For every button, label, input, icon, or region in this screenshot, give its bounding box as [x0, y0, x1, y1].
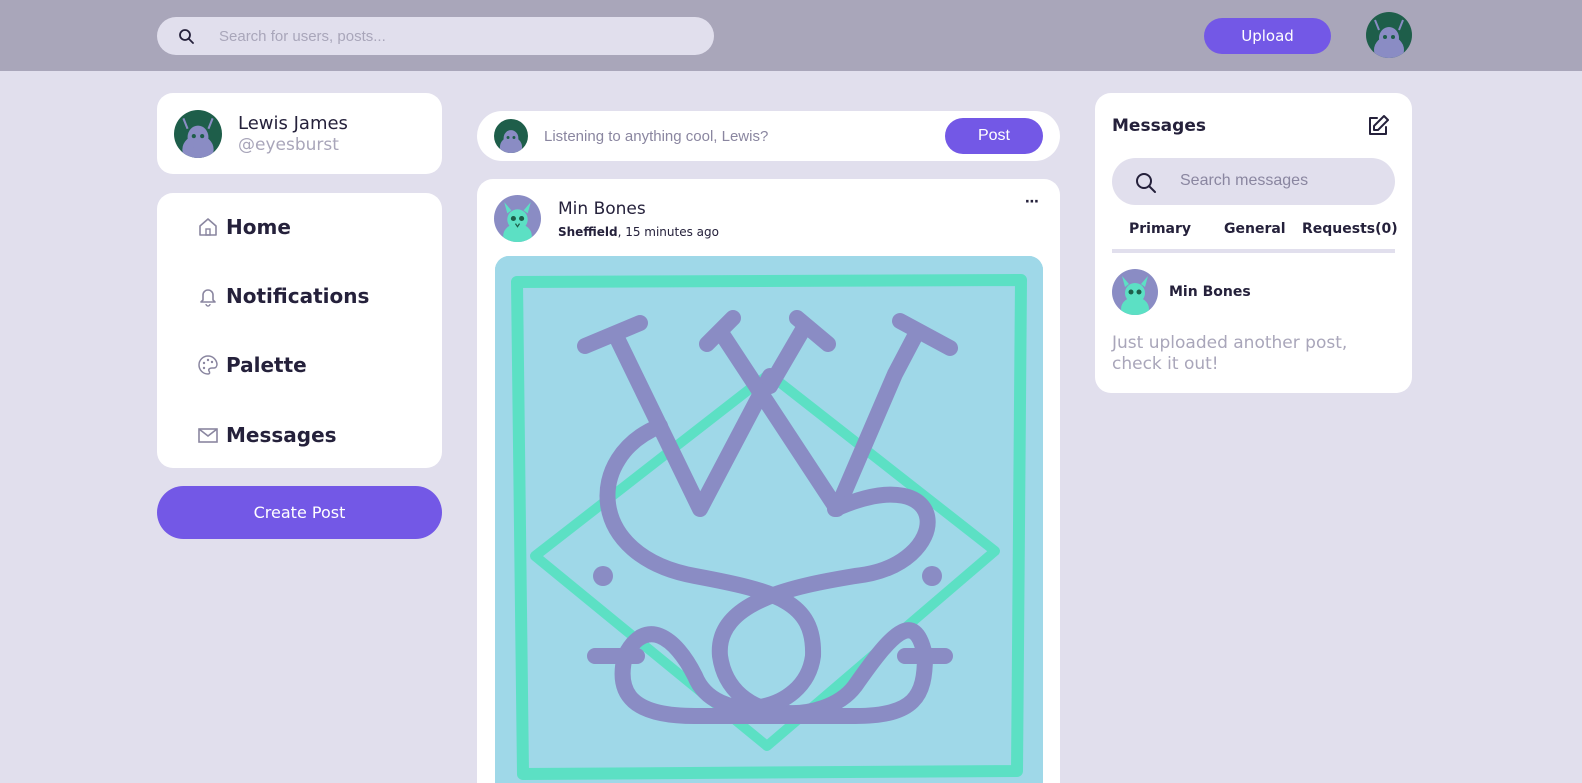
thread-sender: Min Bones — [1169, 284, 1251, 300]
create-post-button[interactable]: Create Post — [157, 486, 442, 539]
thread-preview: Just uploaded another post, check it out… — [1112, 333, 1348, 374]
compose-message-icon[interactable] — [1366, 114, 1390, 138]
home-icon — [199, 218, 217, 236]
top-bar: Upload — [0, 0, 1582, 71]
messages-search[interactable] — [1112, 158, 1395, 205]
mail-icon — [198, 428, 218, 443]
message-tabs: Primary General Requests(0) — [1112, 221, 1398, 253]
post-button[interactable]: Post — [945, 118, 1043, 154]
composer-avatar-icon — [494, 119, 528, 153]
search-icon — [1136, 173, 1156, 193]
profile-avatar-icon — [174, 110, 222, 158]
nav-item-messages[interactable]: Messages — [197, 420, 337, 450]
global-search[interactable] — [157, 17, 714, 55]
nav-item-palette[interactable]: Palette — [197, 350, 307, 380]
tab-primary[interactable]: Primary — [1129, 221, 1191, 237]
tab-general[interactable]: General — [1224, 221, 1286, 237]
nav-item-notifications[interactable]: Notifications — [197, 281, 369, 311]
upload-button[interactable]: Upload — [1204, 18, 1331, 54]
nav-label-notifications: Notifications — [226, 284, 370, 308]
palette-icon — [198, 355, 218, 375]
nav-menu: Home Notifications Palette Messages — [157, 193, 442, 468]
messages-search-input[interactable] — [1180, 166, 1380, 196]
profile-card[interactable]: Lewis James @eyesburst — [157, 93, 442, 174]
message-thread[interactable]: Min Bones — [1112, 269, 1395, 317]
search-icon — [179, 29, 194, 44]
post-meta: Sheffield, 15 minutes ago — [558, 225, 719, 239]
nav-label-messages: Messages — [226, 423, 337, 447]
post-image-crest-artwork[interactable] — [495, 256, 1043, 783]
user-avatar-icon[interactable] — [1366, 12, 1412, 58]
thread-avatar-icon — [1112, 269, 1158, 315]
messages-panel: Messages Primary General Requests(0) Min… — [1095, 93, 1412, 393]
post-author-name[interactable]: Min Bones — [558, 199, 646, 219]
post-author-avatar-icon[interactable] — [494, 195, 541, 242]
nav-item-home[interactable]: Home — [197, 212, 291, 242]
tab-requests[interactable]: Requests(0) — [1302, 221, 1398, 237]
nav-label-palette: Palette — [226, 353, 307, 377]
post-time: , 15 minutes ago — [617, 225, 719, 239]
messages-title: Messages — [1112, 116, 1206, 136]
post-location: Sheffield — [558, 225, 618, 239]
feed-post: Min Bones Sheffield, 15 minutes ago ⋯ — [477, 179, 1060, 783]
composer-input[interactable] — [544, 121, 984, 151]
global-search-input[interactable] — [219, 17, 699, 55]
bell-icon — [200, 289, 216, 307]
nav-label-home: Home — [226, 215, 291, 239]
profile-name: Lewis James — [238, 113, 348, 134]
profile-handle: @eyesburst — [238, 135, 339, 155]
post-more-menu-icon[interactable]: ⋯ — [1025, 193, 1040, 210]
